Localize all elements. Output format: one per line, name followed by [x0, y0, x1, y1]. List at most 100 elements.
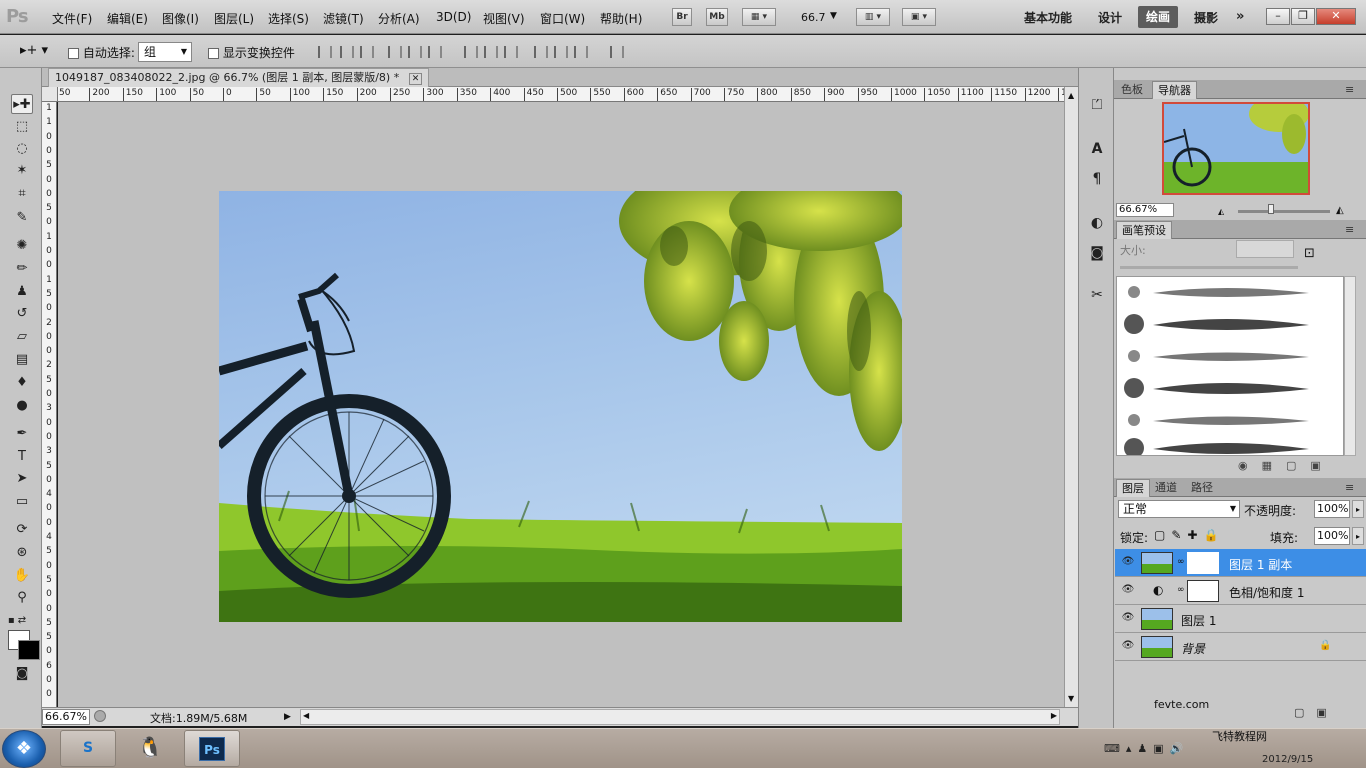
- layers-panel-menu-icon[interactable]: ≡: [1340, 479, 1359, 497]
- layer-link-icon[interactable]: ∞: [1177, 585, 1185, 595]
- layer-mask-thumbnail[interactable]: [1187, 580, 1219, 602]
- workspace-design[interactable]: 设计: [1098, 9, 1122, 26]
- brush-preset-item[interactable]: [1123, 281, 1309, 303]
- shape-tool-icon[interactable]: ▭: [11, 492, 33, 512]
- menu-filter[interactable]: 滤镜(T): [323, 10, 364, 27]
- layers-footer-icons[interactable]: ▢▣: [1294, 706, 1339, 719]
- layer-link-icon[interactable]: ∞: [1177, 557, 1185, 567]
- workspace-painting[interactable]: 绘画: [1138, 6, 1179, 28]
- arrange-documents-button[interactable]: ▥ ▾: [856, 8, 890, 26]
- align-bottom-icon[interactable]: [360, 46, 374, 58]
- zoom-level-field[interactable]: 66.7: [801, 11, 826, 24]
- canvas-horizontal-scrollbar[interactable]: ◀ ▶: [300, 709, 1060, 725]
- blur-tool-icon[interactable]: ♦: [11, 373, 33, 393]
- menu-edit[interactable]: 编辑(E): [107, 10, 148, 27]
- fill-field[interactable]: 100%: [1314, 527, 1350, 545]
- system-tray-icons[interactable]: ⌨▴♟▣🔊: [1104, 742, 1189, 755]
- background-color-swatch[interactable]: [18, 640, 40, 660]
- canvas-vertical-scrollbar[interactable]: ▲ ▼: [1064, 87, 1078, 707]
- start-button[interactable]: ❖: [2, 730, 46, 768]
- ruler-origin[interactable]: [42, 87, 58, 102]
- auto-select-checkbox-wrap[interactable]: 自动选择:: [68, 44, 135, 61]
- brush-size-slider[interactable]: [1120, 266, 1298, 269]
- tab-navigator[interactable]: 导航器: [1152, 81, 1197, 99]
- status-info-icon[interactable]: [94, 710, 106, 722]
- scroll-up-icon[interactable]: ▲: [1068, 91, 1074, 100]
- taskbar-photoshop[interactable]: Ps: [184, 730, 240, 767]
- brush-panel-menu-icon[interactable]: ≡: [1340, 221, 1359, 239]
- layer-row[interactable]: 👁 图层 1: [1115, 605, 1366, 633]
- opacity-arrow-icon[interactable]: ▸: [1352, 500, 1364, 518]
- magic-wand-tool-icon[interactable]: ✶: [11, 161, 33, 181]
- move-tool-preset-icon[interactable]: ▸+ ▾: [20, 43, 48, 58]
- auto-select-dropdown[interactable]: 组 ▼: [138, 42, 192, 62]
- paragraph-panel-icon[interactable]: ¶: [1088, 170, 1106, 188]
- path-selection-tool-icon[interactable]: ➤: [11, 469, 33, 489]
- navigator-zoom-thumb[interactable]: [1268, 204, 1274, 214]
- auto-align-icon[interactable]: [610, 46, 624, 58]
- minimize-button[interactable]: –: [1266, 8, 1290, 25]
- document-tab[interactable]: 1049187_083408022_2.jpg @ 66.7% (图层 1 副本…: [48, 68, 430, 87]
- zoom-in-icon[interactable]: ◭: [1336, 205, 1344, 216]
- menu-image[interactable]: 图像(I): [162, 10, 199, 27]
- align-right-icon[interactable]: [428, 46, 442, 58]
- character-panel-icon[interactable]: A: [1088, 140, 1106, 158]
- brush-preset-item[interactable]: [1123, 345, 1309, 367]
- layer-row[interactable]: 👁 ◐ ∞ 色相/饱和度 1: [1115, 577, 1366, 605]
- brush-panel-footer-icons[interactable]: ◉▦▢▣: [1238, 459, 1335, 472]
- document-canvas-image[interactable]: [219, 191, 902, 622]
- lasso-tool-icon[interactable]: ◌: [11, 139, 33, 159]
- brush-preset-item[interactable]: [1123, 377, 1309, 399]
- visibility-eye-icon[interactable]: 👁: [1121, 611, 1135, 625]
- view-extras-button[interactable]: ▦ ▾: [742, 8, 776, 26]
- screen-mode-button[interactable]: ▣ ▾: [902, 8, 936, 26]
- distribute-top-icon[interactable]: [464, 46, 478, 58]
- move-tool-icon[interactable]: ▸✚: [11, 94, 33, 114]
- auto-select-checkbox[interactable]: [68, 48, 79, 59]
- distribute-bottom-icon[interactable]: [504, 46, 518, 58]
- visibility-eye-icon[interactable]: 👁: [1121, 639, 1135, 653]
- menu-layer[interactable]: 图层(L): [214, 10, 254, 27]
- 3d-orbit-tool-icon[interactable]: ⊛: [11, 543, 33, 563]
- gradient-tool-icon[interactable]: ▤: [11, 350, 33, 370]
- menu-select[interactable]: 选择(S): [268, 10, 309, 27]
- scroll-down-icon[interactable]: ▼: [1068, 694, 1074, 703]
- tab-swatches[interactable]: 色板: [1116, 81, 1148, 99]
- brush-preset-item[interactable]: [1123, 409, 1309, 431]
- show-transform-checkbox[interactable]: [208, 48, 219, 59]
- visibility-eye-icon[interactable]: 👁: [1121, 555, 1135, 569]
- taskbar-qq-icon[interactable]: 🐧: [122, 730, 178, 767]
- default-colors-icon[interactable]: ▪ ⇄: [6, 611, 28, 631]
- distribute-left-icon[interactable]: [534, 46, 548, 58]
- pen-tool-icon[interactable]: ✒: [11, 424, 33, 444]
- scroll-right-icon[interactable]: ▶: [1051, 711, 1057, 720]
- history-brush-tool-icon[interactable]: ↺: [11, 304, 33, 324]
- menu-view[interactable]: 视图(V): [483, 10, 525, 27]
- healing-brush-tool-icon[interactable]: ✺: [11, 236, 33, 256]
- align-left-icon[interactable]: [388, 46, 402, 58]
- navigator-zoom-field[interactable]: 66.67%: [1116, 203, 1174, 217]
- scroll-left-icon[interactable]: ◀: [303, 711, 309, 720]
- status-zoom-field[interactable]: 66.67%: [42, 709, 90, 725]
- crop-tool-icon[interactable]: ⌗: [11, 184, 33, 204]
- menu-analysis[interactable]: 分析(A): [378, 10, 420, 27]
- align-hcenter-icon[interactable]: [408, 46, 422, 58]
- tab-brush-presets[interactable]: 画笔预设: [1116, 221, 1172, 239]
- hand-tool-icon[interactable]: ✋: [11, 566, 33, 586]
- blend-mode-select[interactable]: 正常 ▼: [1118, 500, 1240, 518]
- zoom-out-icon[interactable]: ◭: [1218, 207, 1224, 216]
- menu-3d[interactable]: 3D(D): [436, 10, 471, 24]
- clone-source-panel-icon[interactable]: ◙: [1088, 244, 1106, 262]
- navigator-preview[interactable]: [1162, 102, 1310, 195]
- more-workspaces-icon[interactable]: »: [1236, 9, 1244, 24]
- tab-paths[interactable]: 路径: [1186, 479, 1218, 497]
- close-button[interactable]: ✕: [1316, 8, 1356, 25]
- bridge-button[interactable]: Br: [672, 8, 692, 26]
- restore-button[interactable]: ❐: [1291, 8, 1315, 25]
- dodge-tool-icon[interactable]: ●: [11, 396, 33, 416]
- brush-preset-item[interactable]: [1123, 313, 1309, 335]
- brush-list-scrollbar[interactable]: [1344, 276, 1356, 456]
- tab-layers[interactable]: 图层: [1116, 479, 1150, 497]
- quick-mask-icon[interactable]: ◙: [11, 664, 33, 684]
- menu-window[interactable]: 窗口(W): [540, 10, 585, 27]
